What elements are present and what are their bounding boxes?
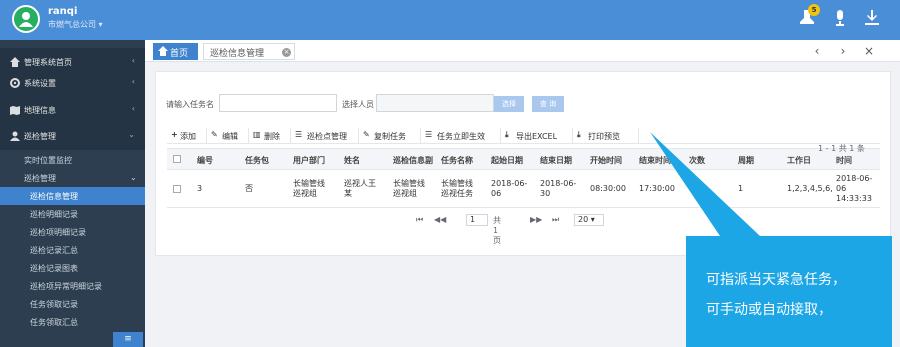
callout-line-1: 可指派当天紧急任务， [706, 272, 846, 288]
callout-line-2: 可手动或自动接取， [706, 302, 832, 318]
annotation-callout: 可指派当天紧急任务， 可手动或自动接取， [686, 236, 892, 347]
